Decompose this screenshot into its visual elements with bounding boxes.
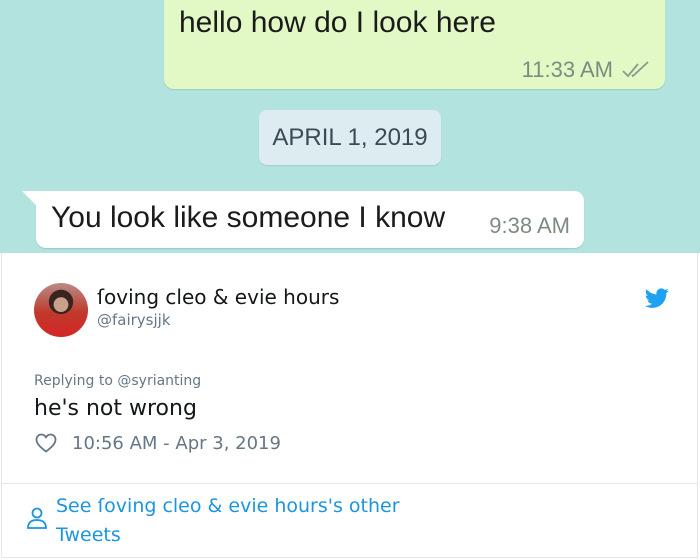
avatar[interactable] [34,283,88,337]
replying-to-label[interactable]: Replying to @syrianting [34,373,201,389]
outgoing-message-time: 11:33 AM [521,57,613,82]
outgoing-message-text: hello how do I look here [179,6,496,39]
chat-screenshot: hello how do I look here 11:33 AM APRIL … [0,0,700,253]
divider [2,483,697,484]
tweet-text: he's not wrong [34,396,197,421]
user-handle[interactable]: @fairysjjk [97,311,171,329]
incoming-message-bubble: You look like someone I know 9:38 AM [22,191,584,248]
twitter-bird-icon[interactable] [645,286,669,310]
tweet-meta: 10:56 AM - Apr 3, 2019 [34,431,281,455]
outgoing-message-meta: 11:33 AM [522,57,651,83]
incoming-message-time: 9:38 AM [489,213,570,238]
double-check-icon [622,61,649,78]
see-more-tweets-link[interactable]: See ſoving cleo & evie hours's other Twe… [26,492,436,550]
outgoing-message-bubble: hello how do I look here 11:33 AM [164,0,665,89]
tweet-card: ſoving cleo & evie hours @fairysjjk Repl… [1,253,698,558]
see-more-label[interactable]: See ſoving cleo & evie hours's other Twe… [56,492,436,550]
date-divider: APRIL 1, 2019 [259,110,441,165]
heart-icon[interactable] [34,431,58,455]
person-icon [27,507,47,529]
display-name[interactable]: ſoving cleo & evie hours [97,285,339,309]
incoming-message-text: You look like someone I know [51,201,446,234]
tweet-timestamp[interactable]: 10:56 AM - Apr 3, 2019 [72,433,281,454]
